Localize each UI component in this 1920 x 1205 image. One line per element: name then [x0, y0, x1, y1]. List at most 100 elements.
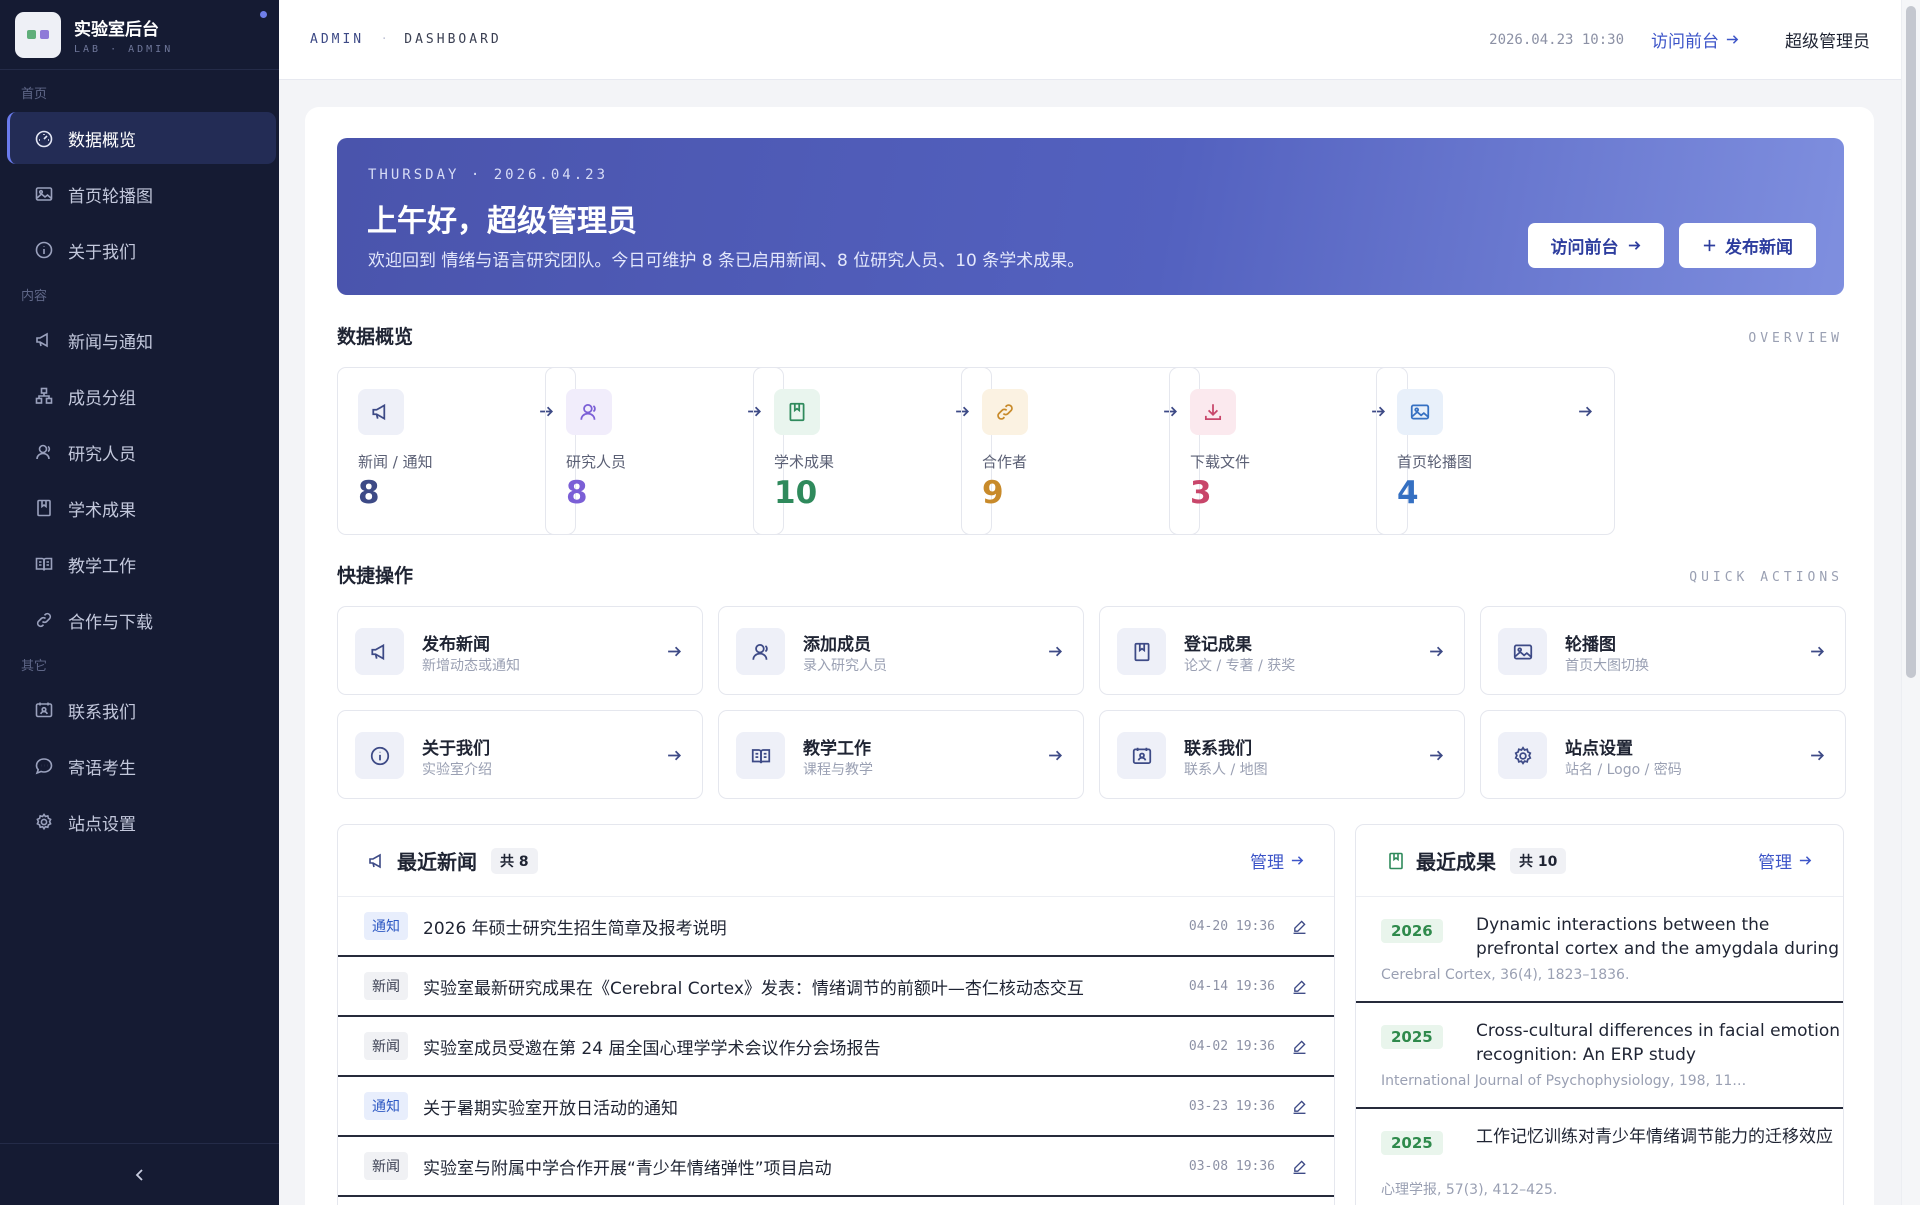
quick-action-card[interactable]: 站点设置 站名 / Logo / 密码 — [1480, 710, 1846, 799]
news-time: 04-02 19:36 — [1188, 1038, 1275, 1054]
sidebar-item-about[interactable]: 关于我们 — [7, 224, 276, 276]
quick-action-card[interactable]: 登记成果 论文 / 专著 / 获奖 — [1099, 606, 1465, 695]
collapse-sidebar-button[interactable] — [0, 1143, 279, 1205]
news-type-badge: 新闻 — [364, 972, 408, 1000]
news-title[interactable]: 2026 年硕士研究生招生简章及报考说明 — [423, 914, 727, 939]
stat-value: 8 — [566, 475, 588, 511]
quick-action-title: 站点设置 — [1565, 739, 1633, 759]
sidebar-item-researchers[interactable]: 研究人员 — [7, 426, 276, 478]
sidebar-item-teaching[interactable]: 教学工作 — [7, 538, 276, 590]
edit-icon[interactable] — [1291, 1158, 1308, 1175]
stat-label: 首页轮播图 — [1397, 453, 1473, 471]
sidebar-item-message[interactable]: 寄语考生 — [7, 740, 276, 792]
achievement-row[interactable]: 2025 工作记忆训练对青少年情绪调节能力的迁移效应 心理学报, 57(3), 41… — [1356, 1109, 1843, 1205]
sidebar-item-label: 寄语考生 — [68, 758, 136, 779]
current-user[interactable]: 超级管理员 — [1785, 27, 1870, 52]
news-title[interactable]: 实验室成员受邀在第 24 届全国心理学学术会议作分会场报告 — [423, 1034, 880, 1059]
sidebar-item-settings[interactable]: 站点设置 — [7, 796, 276, 848]
edit-icon[interactable] — [1291, 978, 1308, 995]
chat-icon — [35, 758, 53, 775]
stat-card[interactable]: 研究人员 8 — [545, 367, 784, 535]
achievement-row[interactable]: 2025 Cross-cultural differences in facial… — [1356, 1003, 1843, 1109]
sidebar-item-label: 新闻与通知 — [68, 332, 153, 353]
quick-action-title: 添加成员 — [803, 635, 871, 655]
news-title[interactable]: 关于暑期实验室开放日活动的通知 — [423, 1094, 678, 1119]
open-book-icon — [751, 748, 770, 763]
quick-action-card[interactable]: 关于我们 实验室介绍 — [337, 710, 703, 799]
link-icon — [997, 404, 1013, 420]
quick-action-title: 教学工作 — [803, 739, 871, 759]
megaphone-icon — [369, 853, 381, 868]
sidebar-item-dashboard[interactable]: 数据概览 — [7, 112, 276, 164]
hero-greeting: 上午好，超级管理员 — [367, 204, 637, 239]
stat-card[interactable]: 新闻 / 通知 8 — [337, 367, 576, 535]
sidebar-item-news[interactable]: 新闻与通知 — [7, 314, 276, 366]
edit-icon[interactable] — [1291, 918, 1308, 935]
nav-section-content: 内容 — [21, 289, 48, 304]
news-time: 03-08 19:36 — [1188, 1158, 1275, 1174]
stat-card[interactable]: 合作者 9 — [961, 367, 1200, 535]
stat-label: 下载文件 — [1190, 453, 1251, 471]
news-row[interactable]: 通知 关于暑期实验室开放日活动的通知 03-23 19:36 — [338, 1077, 1334, 1137]
edit-icon[interactable] — [1291, 1098, 1308, 1115]
publish-news-button-label: 发布新闻 — [1725, 238, 1793, 258]
news-time: 03-23 19:36 — [1188, 1098, 1275, 1114]
current-datetime: 2026.04.23 10:30 — [1489, 31, 1624, 48]
news-title[interactable]: 实验室最新研究成果在《Cerebral Cortex》发表：情绪调节的前额叶—杏… — [423, 974, 1084, 999]
publish-news-button[interactable]: 发布新闻 — [1679, 223, 1816, 268]
sidebar-item-achievements[interactable]: 学术成果 — [7, 482, 276, 534]
stat-icon — [774, 389, 820, 435]
achievement-title[interactable]: Cross-cultural differences in facial emo… — [1476, 1019, 1843, 1067]
sidebar-item-groups[interactable]: 成员分组 — [7, 370, 276, 422]
quick-action-subtitle: 新增动态或通知 — [422, 658, 520, 674]
stat-card[interactable]: 下载文件 3 — [1169, 367, 1408, 535]
quick-action-card[interactable]: 联系我们 联系人 / 地图 — [1099, 710, 1465, 799]
sidebar-item-cooperation[interactable]: 合作与下载 — [7, 594, 276, 646]
stat-label: 合作者 — [982, 453, 1028, 471]
brand: 实验室后台 LAB · ADMIN — [0, 0, 279, 70]
quick-action-icon — [736, 732, 785, 779]
edit-icon[interactable] — [1291, 1038, 1308, 1055]
quick-action-card[interactable]: 添加成员 录入研究人员 — [718, 606, 1084, 695]
news-title[interactable]: 实验室与附属中学合作开展“青少年情绪弹性”项目启动 — [423, 1154, 832, 1179]
breadcrumb-admin[interactable]: ADMIN — [310, 32, 364, 47]
news-row[interactable]: 新闻 实验室与附属中学合作开展“青少年情绪弹性”项目启动 03-08 19:36 — [338, 1137, 1334, 1197]
arrow-right-icon — [1811, 750, 1825, 761]
manage-achievements-link[interactable]: 管理 — [1758, 848, 1813, 873]
book-icon — [37, 499, 51, 517]
quick-action-icon — [355, 732, 404, 779]
quick-action-card[interactable]: 轮播图 首页大图切换 — [1480, 606, 1846, 695]
sidebar-item-contact[interactable]: 联系我们 — [7, 684, 276, 736]
stat-card[interactable]: 首页轮播图 4 — [1376, 367, 1615, 535]
page-scrollbar[interactable] — [1901, 0, 1920, 1205]
manage-news-link[interactable]: 管理 — [1250, 848, 1305, 873]
book-icon — [1134, 642, 1149, 661]
quick-action-card[interactable]: 发布新闻 新增动态或通知 — [337, 606, 703, 695]
visit-frontend-link[interactable]: 访问前台 — [1651, 27, 1740, 52]
news-row[interactable]: 新闻 实验室成员受邀在第 24 届全国心理学学术会议作分会场报告 04-02 19:… — [338, 1017, 1334, 1077]
sidebar-item-carousel[interactable]: 首页轮播图 — [7, 168, 276, 220]
recent-achievements-count: 共 10 — [1510, 847, 1567, 874]
nav-section-other: 其它 — [21, 659, 48, 674]
achievement-title[interactable]: Dynamic interactions between the prefron… — [1476, 913, 1843, 961]
news-row[interactable]: 通知 2026 年硕士研究生招生简章及报考说明 04-20 19:36 — [338, 897, 1334, 957]
news-row[interactable]: 新闻 实验室最新研究成果在《Cerebral Cortex》发表：情绪调节的前额叶… — [338, 957, 1334, 1017]
contact-icon — [1132, 747, 1151, 764]
sidebar-item-label: 研究人员 — [68, 444, 136, 465]
stat-value: 10 — [774, 475, 818, 511]
quick-action-card[interactable]: 教学工作 课程与教学 — [718, 710, 1084, 799]
achievement-title[interactable]: 工作记忆训练对青少年情绪调节能力的迁移效应 — [1476, 1125, 1843, 1173]
quick-action-title: 联系我们 — [1184, 739, 1252, 759]
manage-achievements-label: 管理 — [1758, 853, 1792, 873]
stat-card[interactable]: 学术成果 10 — [753, 367, 992, 535]
recent-achievements-header: 最近成果 共 10 管理 — [1356, 825, 1843, 897]
book-icon — [789, 402, 805, 422]
scrollbar-thumb[interactable] — [1906, 6, 1916, 678]
achievement-year-badge: 2025 — [1381, 1025, 1443, 1049]
visit-frontend-button[interactable]: 访问前台 — [1528, 223, 1664, 268]
stat-icon — [358, 389, 404, 435]
stat-label: 学术成果 — [774, 453, 835, 471]
achievement-row[interactable]: 2026 Dynamic interactions between the pre… — [1356, 897, 1843, 1003]
sidebar-item-label: 教学工作 — [68, 556, 136, 577]
news-time: 04-20 19:36 — [1188, 918, 1275, 934]
